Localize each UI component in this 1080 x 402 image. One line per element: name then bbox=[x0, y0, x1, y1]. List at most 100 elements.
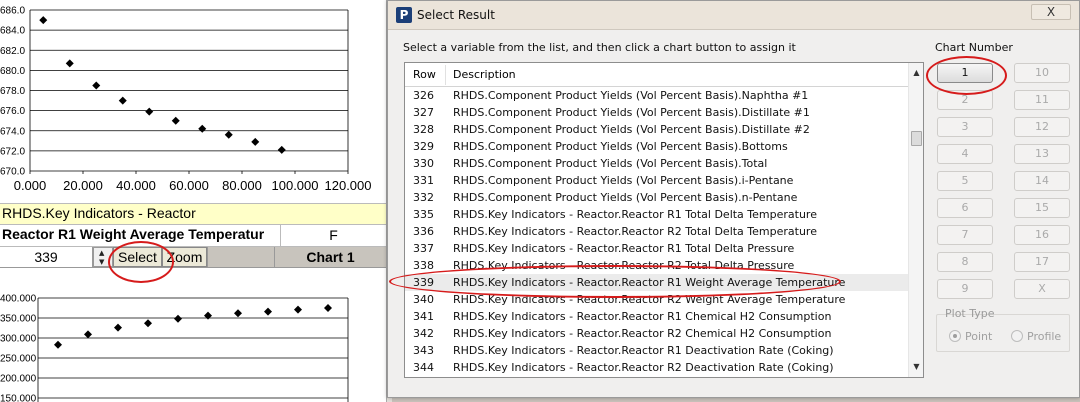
select-result-dialog: P Select Result X Select a variable from… bbox=[387, 0, 1080, 398]
y-tick-label: 672.0 bbox=[0, 146, 25, 157]
x-tick-label: 40.000 bbox=[116, 178, 156, 193]
list-item-description: RHDS.Key Indicators - Reactor.Reactor R1… bbox=[453, 276, 846, 289]
list-scrollbar[interactable]: ▲ ▼ bbox=[908, 63, 923, 377]
chart-button-13[interactable]: 13 bbox=[1014, 144, 1070, 164]
chart-button-14[interactable]: 14 bbox=[1014, 171, 1070, 191]
section-title: RHDS.Key Indicators - Reactor bbox=[0, 203, 386, 224]
chart-button-5[interactable]: 5 bbox=[937, 171, 993, 191]
list-item[interactable]: 342 RHDS.Key Indicators - Reactor.Reactor… bbox=[405, 325, 909, 342]
list-item[interactable]: 332 RHDS.Component Product Yields (Vol Pe… bbox=[405, 189, 909, 206]
row-spinner[interactable]: ▲ ▼ bbox=[93, 247, 113, 267]
zoom-button[interactable]: Zoom bbox=[162, 247, 207, 267]
chart-button-6[interactable]: 6 bbox=[937, 198, 993, 218]
radio-empty-icon[interactable] bbox=[1011, 330, 1023, 342]
column-header-row[interactable]: Row bbox=[413, 68, 436, 81]
list-item[interactable]: 344 RHDS.Key Indicators - Reactor.Reactor… bbox=[405, 359, 909, 376]
y-tick-label: 678.0 bbox=[0, 86, 25, 97]
chart-button-2[interactable]: 2 bbox=[937, 90, 993, 110]
list-item[interactable]: 329 RHDS.Component Product Yields (Vol Pe… bbox=[405, 138, 909, 155]
list-item-description: RHDS.Component Product Yields (Vol Perce… bbox=[453, 89, 809, 102]
list-item-row-number: 326 bbox=[413, 89, 434, 102]
chart-button-11[interactable]: 11 bbox=[1014, 90, 1070, 110]
list-item[interactable]: 326 RHDS.Component Product Yields (Vol Pe… bbox=[405, 87, 909, 104]
list-item[interactable]: 330 RHDS.Component Product Yields (Vol Pe… bbox=[405, 155, 909, 172]
data-point bbox=[171, 116, 180, 125]
close-button[interactable]: X bbox=[1031, 4, 1071, 20]
scroll-down-icon[interactable]: ▼ bbox=[909, 359, 923, 375]
plot-point-radio[interactable]: Point bbox=[949, 330, 992, 343]
chart-button-16[interactable]: 16 bbox=[1014, 225, 1070, 245]
select-button[interactable]: Select bbox=[113, 247, 162, 267]
list-item[interactable]: 328 RHDS.Component Product Yields (Vol Pe… bbox=[405, 121, 909, 138]
list-item-description: RHDS.Component Product Yields (Vol Perce… bbox=[453, 191, 798, 204]
chart-button-3[interactable]: 3 bbox=[937, 117, 993, 137]
list-rows: 326 RHDS.Component Product Yields (Vol Pe… bbox=[405, 87, 909, 376]
chart-number-label: Chart Number bbox=[935, 41, 1013, 54]
y-tick-label: 686.0 bbox=[0, 6, 25, 17]
second-chart-svg: 400.000 350.000 300.000 250.000 200.000 150.0… bbox=[0, 294, 349, 402]
column-separator bbox=[445, 65, 446, 85]
list-item[interactable]: 331 RHDS.Component Product Yields (Vol Pe… bbox=[405, 172, 909, 189]
chart-button-12[interactable]: 12 bbox=[1014, 117, 1070, 137]
chart-button-7[interactable]: 7 bbox=[937, 225, 993, 245]
list-item-row-number: 339 bbox=[413, 276, 434, 289]
list-item-description: RHDS.Component Product Yields (Vol Perce… bbox=[453, 157, 768, 170]
list-item-description: RHDS.Component Product Yields (Vol Perce… bbox=[453, 106, 810, 119]
dialog-titlebar[interactable]: P Select Result X bbox=[388, 1, 1079, 30]
list-item-description: RHDS.Key Indicators - Reactor.Reactor R1… bbox=[453, 208, 817, 221]
chart-button-8[interactable]: 8 bbox=[937, 252, 993, 272]
list-item-description: RHDS.Component Product Yields (Vol Perce… bbox=[453, 140, 788, 153]
spin-down-icon[interactable]: ▼ bbox=[99, 259, 104, 266]
chart-button-x[interactable]: X bbox=[1014, 279, 1070, 299]
chart-button-9[interactable]: 9 bbox=[937, 279, 993, 299]
list-item-row-number: 331 bbox=[413, 174, 434, 187]
radio-selected-icon[interactable] bbox=[949, 330, 961, 342]
app-logo-icon: P bbox=[396, 7, 412, 23]
y-tick-label: 400.000 bbox=[0, 294, 37, 305]
data-point bbox=[251, 137, 260, 146]
list-item[interactable]: 338 RHDS.Key Indicators - Reactor.Reactor… bbox=[405, 257, 909, 274]
list-item[interactable]: 340 RHDS.Key Indicators - Reactor.Reactor… bbox=[405, 291, 909, 308]
list-item[interactable]: 343 RHDS.Key Indicators - Reactor.Reactor… bbox=[405, 342, 909, 359]
list-item[interactable]: 336 RHDS.Key Indicators - Reactor.Reactor… bbox=[405, 223, 909, 240]
y-tick-label: 250.000 bbox=[0, 354, 37, 365]
list-item-description: RHDS.Key Indicators - Reactor.Reactor R2… bbox=[453, 327, 832, 340]
y-tick-label: 682.0 bbox=[0, 46, 25, 57]
chart-button-15[interactable]: 15 bbox=[1014, 198, 1070, 218]
chart-button-10[interactable]: 10 bbox=[1014, 63, 1070, 83]
list-item[interactable]: 335 RHDS.Key Indicators - Reactor.Reactor… bbox=[405, 206, 909, 223]
list-item[interactable]: 339 RHDS.Key Indicators - Reactor.Reactor… bbox=[405, 274, 909, 291]
x-tick-label: 60.000 bbox=[169, 178, 209, 193]
list-item-row-number: 327 bbox=[413, 106, 434, 119]
chart-button-17[interactable]: 17 bbox=[1014, 252, 1070, 272]
chart-button-1[interactable]: 1 bbox=[937, 63, 993, 83]
x-tick-label: 20.000 bbox=[63, 178, 103, 193]
chart-button-4[interactable]: 4 bbox=[937, 144, 993, 164]
chart-controls-row: 339 ▲ ▼ Select Zoom Chart 1 bbox=[0, 246, 386, 268]
list-item[interactable]: 327 RHDS.Component Product Yields (Vol Pe… bbox=[405, 104, 909, 121]
row-number-field[interactable]: 339 bbox=[0, 247, 93, 267]
plot-profile-radio[interactable]: Profile bbox=[1011, 330, 1061, 343]
list-item-row-number: 343 bbox=[413, 344, 434, 357]
chart-label: Chart 1 bbox=[274, 247, 386, 267]
y-tick-label: 670.0 bbox=[0, 167, 25, 178]
spin-up-icon[interactable]: ▲ bbox=[99, 250, 104, 257]
variable-name: Reactor R1 Weight Average Temperatur bbox=[0, 225, 281, 246]
spreadsheet: 686.0 684.0 682.0 680.0 678.0 676.0 674.0 672.0… bbox=[0, 0, 392, 402]
list-item-row-number: 330 bbox=[413, 157, 434, 170]
list-item[interactable]: 341 RHDS.Key Indicators - Reactor.Reactor… bbox=[405, 308, 909, 325]
list-item-row-number: 337 bbox=[413, 242, 434, 255]
y-tick-label: 676.0 bbox=[0, 106, 25, 117]
scroll-up-icon[interactable]: ▲ bbox=[909, 65, 923, 81]
plot-profile-label: Profile bbox=[1027, 330, 1062, 343]
list-item-row-number: 344 bbox=[413, 361, 434, 374]
y-tick-label: 300.000 bbox=[0, 334, 37, 345]
data-point bbox=[277, 145, 286, 154]
list-item[interactable]: 337 RHDS.Key Indicators - Reactor.Reactor… bbox=[405, 240, 909, 257]
data-point bbox=[145, 107, 154, 116]
column-header-description[interactable]: Description bbox=[453, 68, 516, 81]
temperature-chart-svg: 686.0 684.0 682.0 680.0 678.0 676.0 674.0 672.0… bbox=[0, 6, 372, 194]
scroll-thumb[interactable] bbox=[911, 131, 922, 146]
variable-list[interactable]: Row Description 326 RHDS.Component Produc… bbox=[404, 62, 924, 378]
data-point bbox=[294, 305, 302, 314]
